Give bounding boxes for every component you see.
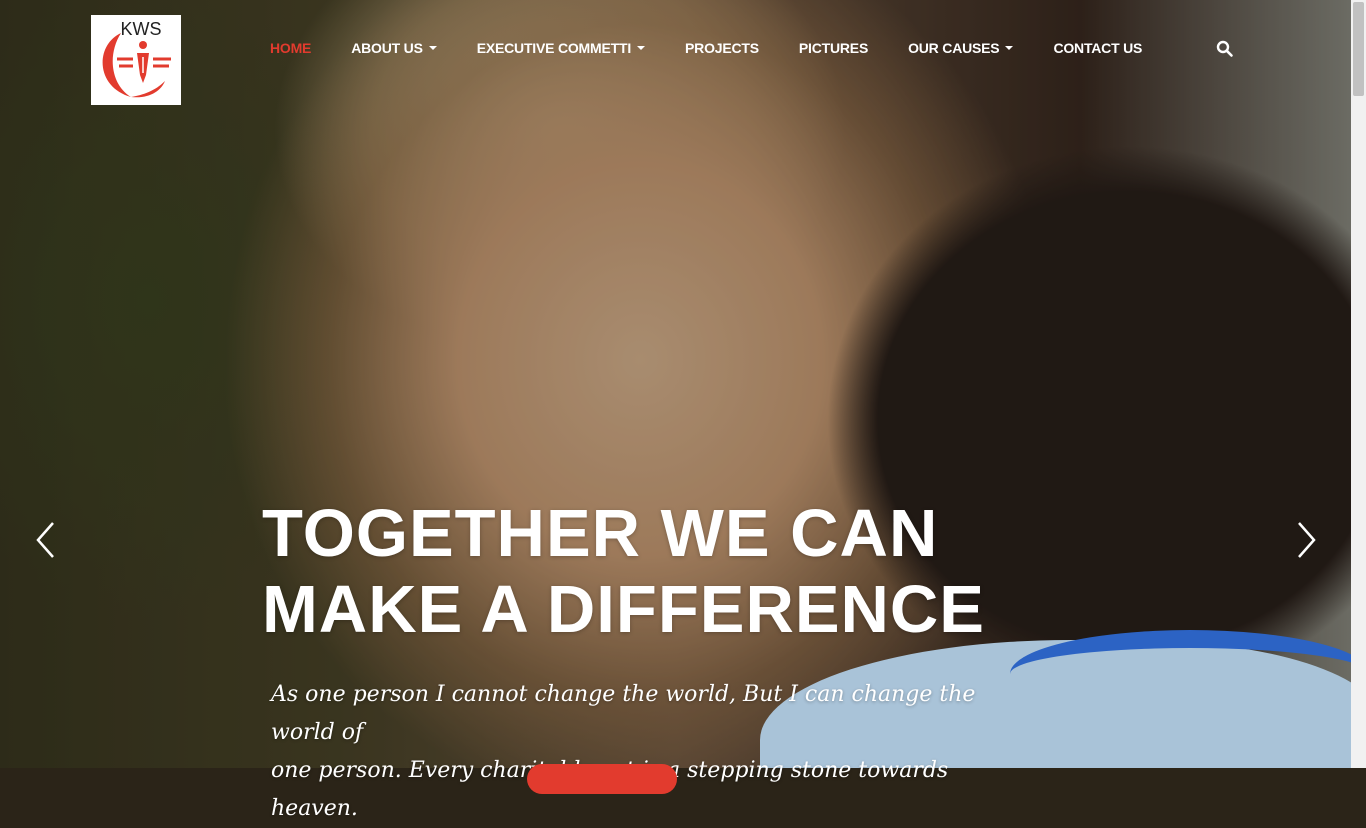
nav-item-label: PROJECTS (685, 40, 759, 56)
nav-item-projects[interactable]: PROJECTS (685, 40, 759, 56)
logo-text: KWS (120, 19, 161, 39)
nav-item-label: CONTACT US (1053, 40, 1143, 56)
main-nav: HOME ABOUT US EXECUTIVE COMMETTI PROJECT… (270, 36, 1182, 60)
nav-item-label: EXECUTIVE COMMETTI (476, 40, 632, 56)
nav-item-about-us[interactable]: ABOUT US (351, 40, 437, 56)
hero-headline-line1: TOGETHER WE CAN (262, 496, 939, 571)
nav-item-contact-us[interactable]: CONTACT US (1053, 40, 1142, 56)
caret-down-icon (1005, 46, 1014, 50)
scrollbar-thumb[interactable] (1353, 2, 1364, 96)
nav-item-home[interactable]: HOME (270, 40, 311, 56)
chevron-left-icon (36, 522, 54, 558)
search-button[interactable] (1216, 40, 1234, 58)
nav-item-label: HOME (270, 40, 312, 56)
site-logo[interactable]: KWS (91, 15, 181, 105)
hero-subtext: As one person I cannot change the world,… (271, 676, 1031, 828)
search-icon (1216, 40, 1233, 57)
nav-item-label: PICTURES (798, 40, 869, 56)
page-scrollbar[interactable] (1351, 0, 1366, 768)
caret-down-icon (637, 46, 646, 50)
hero-slider (0, 0, 1351, 768)
nav-item-our-causes[interactable]: OUR CAUSES (908, 40, 1014, 56)
slider-next-button[interactable] (1294, 520, 1318, 560)
caret-down-icon (428, 46, 437, 50)
slider-prev-button[interactable] (34, 520, 58, 560)
hero-cta-button[interactable] (527, 764, 677, 794)
nav-item-label: OUR CAUSES (908, 40, 1000, 56)
logo-emblem-icon: KWS (102, 19, 171, 98)
hero-subtext-line1: As one person I cannot change the world,… (271, 682, 976, 745)
hero-headline: TOGETHER WE CAN MAKE A DIFFERENCE (262, 496, 1162, 648)
chevron-right-icon (1298, 522, 1316, 558)
nav-item-pictures[interactable]: PICTURES (799, 40, 868, 56)
nav-item-executive-committee[interactable]: EXECUTIVE COMMETTI (476, 40, 646, 56)
nav-item-label: ABOUT US (351, 40, 423, 56)
hero-headline-line2: MAKE A DIFFERENCE (262, 572, 985, 647)
